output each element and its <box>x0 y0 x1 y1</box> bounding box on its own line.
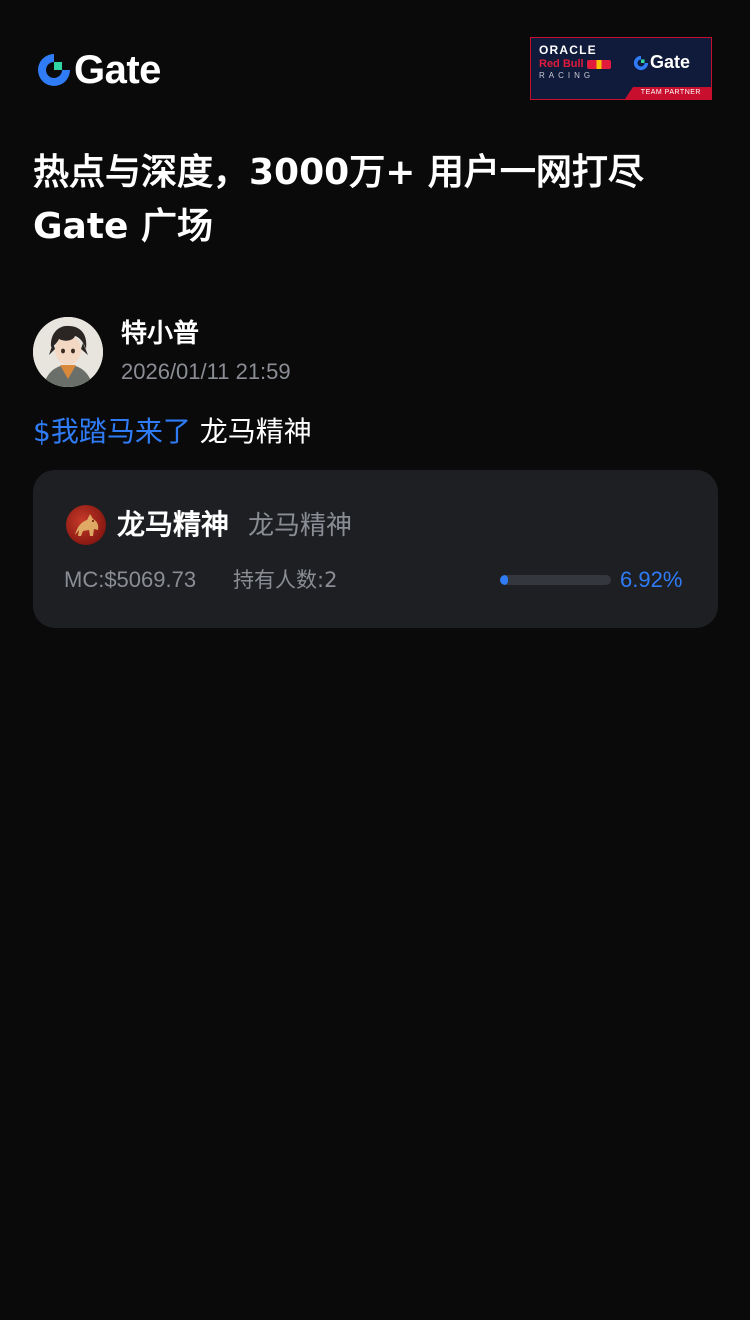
horse-icon-image <box>75 514 99 536</box>
token-name: 龙马精神 <box>117 508 230 541</box>
token-tag-link[interactable]: $我踏马来了 <box>33 415 191 448</box>
headline-line-2: Gate 广场 <box>33 206 214 247</box>
bonding-progress-percent: 6.92% <box>620 567 683 592</box>
team-partner-text: TEAM PARTNER <box>640 89 701 96</box>
post-body: $我踏马来了 龙马精神 <box>33 411 312 453</box>
page: Gate ORACLE Red Bull RACING Gate TEAM PA… <box>0 0 750 1320</box>
team-partner-badge: ORACLE Red Bull RACING Gate TEAM PARTNER <box>530 37 712 100</box>
bonding-progress-bar <box>500 575 611 585</box>
gate-logo[interactable]: Gate <box>36 50 161 90</box>
headline-line-1: 热点与深度，3000万+ 用户一网打尽 <box>33 152 644 193</box>
holders-count: 持有人数:2 <box>233 568 338 592</box>
redbull-bull-icon <box>586 59 611 69</box>
racing-text: RACING <box>539 71 595 80</box>
redbull-text: Red Bull <box>539 58 619 70</box>
post-timestamp: 2026/01/11 21:59 <box>121 359 291 384</box>
avatar-image <box>33 317 103 387</box>
partner-gate-logo: Gate <box>633 52 690 73</box>
bonding-progress-fill <box>500 575 508 585</box>
token-symbol: 龙马精神 <box>248 511 353 541</box>
gate-logo-text: Gate <box>74 48 161 92</box>
redbull-label: Red Bull <box>539 58 584 70</box>
market-cap: MC:$5069.73 <box>64 567 197 592</box>
post-text: 龙马精神 <box>190 415 312 448</box>
author-name[interactable]: 特小普 <box>121 316 199 352</box>
token-card[interactable]: 龙马精神 龙马精神 MC:$5069.73 持有人数:2 6.92% <box>33 470 718 628</box>
avatar[interactable] <box>33 317 103 387</box>
headline: 热点与深度，3000万+ 用户一网打尽 Gate 广场 <box>33 146 723 254</box>
partner-gate-icon <box>633 55 649 70</box>
gate-logo-icon <box>38 54 70 86</box>
partner-gate-text: Gate <box>650 52 691 72</box>
oracle-text: ORACLE <box>539 43 597 57</box>
oracle-redbull-logo: ORACLE Red Bull RACING <box>539 44 619 81</box>
horse-icon <box>66 505 106 545</box>
